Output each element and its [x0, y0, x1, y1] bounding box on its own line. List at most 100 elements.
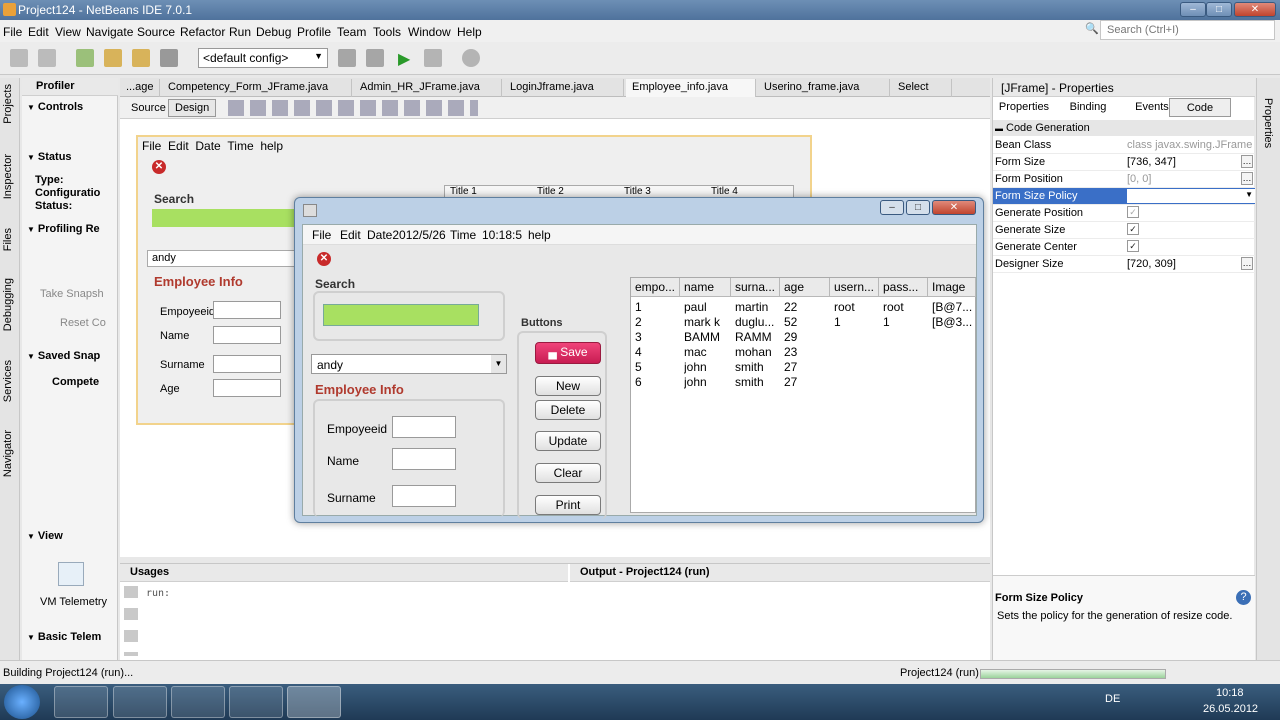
- table-cell[interactable]: paul: [684, 300, 731, 314]
- menu-edit[interactable]: Edit: [28, 25, 49, 39]
- col-header-surname[interactable]: surna...: [731, 278, 780, 297]
- take-snapshot-button[interactable]: Take Snapsh: [40, 288, 104, 300]
- employee-combo[interactable]: andy ▼: [311, 354, 507, 374]
- property-row[interactable]: Form Position [0, 0]…: [993, 171, 1255, 188]
- checkbox[interactable]: ✓: [1127, 240, 1139, 252]
- app-menu-help[interactable]: help: [528, 228, 551, 242]
- close-button[interactable]: ✕: [1234, 2, 1276, 17]
- app-taskbar-icon[interactable]: [113, 686, 167, 718]
- app-menu-date[interactable]: Date2012/5/26: [367, 228, 446, 242]
- table-cell[interactable]: 1: [635, 300, 680, 314]
- menu-source[interactable]: Source: [137, 25, 175, 39]
- app-menu-file[interactable]: File: [312, 228, 331, 242]
- ellipsis-button[interactable]: …: [1241, 257, 1253, 270]
- tab-binding[interactable]: Binding: [1055, 98, 1121, 117]
- status-section[interactable]: ▼ Status: [27, 151, 72, 163]
- table-cell[interactable]: john: [684, 360, 731, 374]
- col-header-username[interactable]: usern...: [830, 278, 879, 297]
- table-cell[interactable]: 6: [635, 375, 680, 389]
- table-cell[interactable]: mac: [684, 345, 731, 359]
- reset-button[interactable]: Reset Co: [60, 317, 106, 329]
- undo-icon[interactable]: [10, 49, 28, 67]
- table-cell[interactable]: 23: [784, 345, 830, 359]
- start-button[interactable]: [4, 685, 40, 719]
- open-project-icon[interactable]: [132, 49, 150, 67]
- app-minimize-button[interactable]: –: [880, 200, 904, 215]
- view-section[interactable]: ▼ View: [27, 530, 63, 542]
- property-row[interactable]: Bean Class class javax.swing.JFrame: [993, 137, 1255, 154]
- saved-snapshots-section[interactable]: ▼ Saved Snap: [27, 350, 100, 362]
- menu-profile[interactable]: Profile: [297, 25, 331, 39]
- table-cell[interactable]: 29: [784, 330, 830, 344]
- new-project-icon[interactable]: [104, 49, 122, 67]
- properties-side-tab[interactable]: Properties: [1262, 98, 1274, 148]
- menu-debug[interactable]: Debug: [256, 25, 291, 39]
- table-cell[interactable]: 5: [635, 360, 680, 374]
- col-header-age[interactable]: age: [780, 278, 830, 297]
- debug-icon[interactable]: [424, 49, 442, 67]
- app-menu-time[interactable]: Time: [450, 228, 476, 242]
- table-cell[interactable]: 2: [635, 315, 680, 329]
- profiling-results-section[interactable]: ▼ Profiling Re: [27, 223, 100, 235]
- basic-telemetry-section[interactable]: ▼ Basic Telem: [27, 631, 101, 643]
- tab-employee-info[interactable]: Employee_info.java: [626, 79, 756, 97]
- design-field-surname[interactable]: [213, 355, 281, 373]
- profile-icon[interactable]: [462, 49, 480, 67]
- name-field[interactable]: [392, 448, 456, 470]
- redo-icon[interactable]: [38, 49, 56, 67]
- menu-tools[interactable]: Tools: [373, 25, 401, 39]
- design-search-field[interactable]: [152, 209, 297, 227]
- tab-properties[interactable]: Properties: [993, 98, 1055, 117]
- property-row[interactable]: Generate Center ✓: [993, 239, 1255, 256]
- tab-code[interactable]: Code: [1169, 98, 1231, 117]
- output-action-icons[interactable]: [124, 586, 138, 656]
- controls-section[interactable]: ▼ Controls: [27, 101, 83, 113]
- tab-userino-frame[interactable]: Userino_frame.java: [758, 79, 890, 97]
- design-combo[interactable]: andy: [147, 250, 297, 267]
- menu-window[interactable]: Window: [408, 25, 451, 39]
- new-button[interactable]: New: [535, 376, 601, 396]
- app-menu-edit[interactable]: Edit: [340, 228, 361, 242]
- app-close-icon[interactable]: ✕: [317, 252, 331, 266]
- table-cell[interactable]: 27: [784, 375, 830, 389]
- design-field-name[interactable]: [213, 326, 281, 344]
- table-cell[interactable]: root: [834, 300, 879, 314]
- checkbox[interactable]: ✓: [1127, 206, 1139, 218]
- java-taskbar-icon[interactable]: [287, 686, 341, 718]
- table-cell[interactable]: 1: [883, 315, 928, 329]
- alignment-icons[interactable]: [228, 100, 478, 116]
- menu-refactor[interactable]: Refactor: [180, 25, 225, 39]
- tab-login-jframe[interactable]: LoginJframe.java: [504, 79, 624, 97]
- services-tab[interactable]: Services: [2, 360, 14, 402]
- tab-age[interactable]: ...age: [120, 79, 160, 97]
- policy-select[interactable]: ▼: [1127, 189, 1255, 203]
- clean-build-icon[interactable]: [366, 49, 384, 67]
- tab-select[interactable]: Select: [892, 79, 952, 97]
- vm-telemetry-icon[interactable]: [58, 562, 84, 586]
- tab-competency-form[interactable]: Competency_Form_JFrame.java: [162, 79, 352, 97]
- run-icon[interactable]: ▶: [398, 49, 416, 68]
- app-close-button[interactable]: ✕: [932, 200, 976, 215]
- property-row[interactable]: Designer Size [720, 309]…: [993, 256, 1255, 273]
- table-cell[interactable]: 27: [784, 360, 830, 374]
- window-taskbar-icon[interactable]: [229, 686, 283, 718]
- table-cell[interactable]: mohan: [735, 345, 780, 359]
- design-field-age[interactable]: [213, 379, 281, 397]
- ellipsis-button[interactable]: …: [1241, 172, 1253, 185]
- status-run-label[interactable]: Project124 (run): [900, 667, 979, 679]
- save-all-icon[interactable]: [160, 49, 178, 67]
- minimize-button[interactable]: –: [1180, 2, 1206, 17]
- code-generation-section[interactable]: ▬ Code Generation: [993, 120, 1255, 136]
- menu-file[interactable]: File: [3, 25, 22, 39]
- help-icon[interactable]: ?: [1236, 590, 1251, 605]
- menu-navigate[interactable]: Navigate: [86, 25, 133, 39]
- table-cell[interactable]: [B@3...: [932, 315, 976, 329]
- table-cell[interactable]: [B@7...: [932, 300, 976, 314]
- source-button[interactable]: Source: [124, 99, 173, 117]
- table-cell[interactable]: john: [684, 375, 731, 389]
- table-cell[interactable]: 1: [834, 315, 879, 329]
- table-cell[interactable]: smith: [735, 375, 780, 389]
- property-value[interactable]: [720, 309]: [1127, 258, 1176, 270]
- table-cell[interactable]: 22: [784, 300, 830, 314]
- col-header-password[interactable]: pass...: [879, 278, 928, 297]
